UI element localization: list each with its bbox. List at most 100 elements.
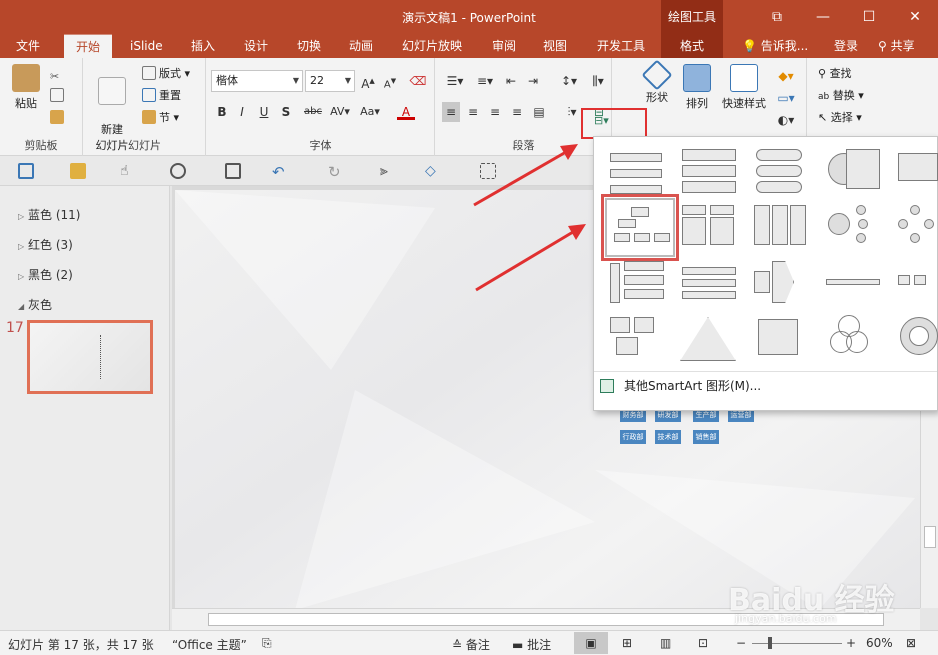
tab-view[interactable]: 视图: [535, 34, 575, 58]
shrink-font-button[interactable]: A▼: [381, 71, 399, 91]
zoom-level[interactable]: 60%: [866, 636, 893, 650]
tab-format[interactable]: 格式: [661, 34, 723, 58]
smartart-process-arrows[interactable]: [752, 257, 812, 309]
align-icon[interactable]: ⫸: [380, 163, 396, 179]
more-smartart-graphics[interactable]: 其他SmartArt 图形(M)...: [594, 371, 937, 399]
smartart-picture-caption[interactable]: [606, 313, 666, 365]
justify-button[interactable]: ≡: [508, 102, 526, 122]
touch-mode-icon[interactable]: ☝: [120, 163, 136, 179]
section-black[interactable]: ▷ 黑色 (2): [18, 266, 73, 283]
tab-insert[interactable]: 插入: [183, 34, 223, 58]
smartart-pyramid-list[interactable]: [678, 313, 738, 365]
slide-thumbnail[interactable]: [27, 320, 153, 394]
redo-icon[interactable]: ↻: [328, 163, 344, 181]
align-right-button[interactable]: ≡: [486, 102, 504, 122]
paste-button[interactable]: 粘贴: [8, 64, 44, 111]
smartart-venn[interactable]: [824, 313, 884, 365]
underline-button[interactable]: U: [255, 102, 273, 122]
save-icon[interactable]: [18, 163, 34, 179]
group-icon[interactable]: [480, 163, 496, 179]
smartart-table-list[interactable]: [896, 145, 938, 197]
bullets-button[interactable]: ☰▾: [442, 71, 468, 91]
copy-button[interactable]: [50, 86, 67, 106]
slide-sorter-button[interactable]: ⊞: [622, 636, 632, 650]
font-color-button[interactable]: A: [397, 102, 415, 120]
tab-developer[interactable]: 开发工具: [589, 34, 653, 58]
share-button[interactable]: ⚲ 共享: [870, 34, 923, 58]
smartart-chevron-list[interactable]: [606, 257, 666, 309]
open-folder-icon[interactable]: [70, 163, 86, 179]
layout-button[interactable]: 版式 ▾: [142, 64, 190, 84]
char-spacing-button[interactable]: AV▾: [327, 102, 353, 122]
section-button[interactable]: 节 ▾: [142, 108, 179, 128]
zoom-out-button[interactable]: −: [736, 636, 746, 650]
strikethrough-button[interactable]: abc: [301, 102, 325, 122]
notes-button[interactable]: ≙ 备注: [452, 636, 490, 653]
ribbon-display-button[interactable]: ⧉: [754, 0, 800, 34]
tab-file[interactable]: 文件: [8, 34, 48, 58]
shape-fill-button[interactable]: ◆▾: [773, 66, 799, 86]
font-size-combo[interactable]: 22 ▼: [305, 70, 355, 92]
normal-view-button[interactable]: ▣: [574, 632, 608, 654]
tab-review[interactable]: 审阅: [484, 34, 524, 58]
tab-transitions[interactable]: 切换: [289, 34, 329, 58]
italic-button[interactable]: I: [233, 102, 251, 122]
cut-button[interactable]: ✂: [50, 64, 67, 84]
smartart-rounded-list[interactable]: [752, 145, 812, 197]
shadow-button[interactable]: S: [277, 102, 295, 122]
zoom-in-button[interactable]: +: [846, 636, 856, 650]
smartart-radial-list[interactable]: [824, 201, 884, 253]
minimize-button[interactable]: —: [800, 0, 846, 34]
tab-animations[interactable]: 动画: [341, 34, 381, 58]
smartart-vertical-list[interactable]: [606, 145, 666, 197]
accessibility-icon[interactable]: ⎘: [262, 636, 272, 651]
smartart-basic-timeline[interactable]: [824, 257, 884, 309]
font-name-combo[interactable]: 楷体 ▼: [211, 70, 303, 92]
find-button[interactable]: ⚲ 查找: [818, 64, 852, 84]
bold-button[interactable]: B: [213, 102, 231, 122]
tab-home[interactable]: 开始: [64, 34, 113, 58]
tell-me-box[interactable]: 💡 告诉我...: [734, 34, 816, 58]
format-painter-button[interactable]: [50, 108, 67, 128]
smartart-cycle[interactable]: [896, 201, 938, 253]
replace-button[interactable]: ab 替换 ▾: [818, 86, 864, 106]
close-button[interactable]: ✕: [892, 0, 938, 34]
reading-view-button[interactable]: ▥: [660, 636, 671, 650]
reset-button[interactable]: 重置: [142, 86, 181, 106]
shape-outline-button[interactable]: ▭▾: [773, 88, 799, 108]
smartart-picture-list[interactable]: [752, 201, 812, 253]
smartart-circle-list[interactable]: [824, 145, 884, 197]
distribute-button[interactable]: ▤: [530, 102, 548, 122]
login-link[interactable]: 登录: [826, 34, 866, 58]
slideshow-button[interactable]: ⊡: [698, 636, 708, 650]
change-case-button[interactable]: Aa▾: [357, 102, 383, 122]
smartart-bullet-list[interactable]: [678, 145, 738, 197]
smartart-arrow-list[interactable]: [678, 257, 738, 309]
section-red[interactable]: ▷ 红色 (3): [18, 236, 73, 253]
zoom-slider[interactable]: [752, 643, 842, 644]
undo-icon[interactable]: ↶: [272, 163, 288, 181]
shape-icon[interactable]: ◇: [425, 163, 441, 179]
align-left-button[interactable]: ≡: [442, 102, 460, 122]
shape-effects-button[interactable]: ◐▾: [773, 110, 799, 130]
increase-indent-button[interactable]: ⇥: [524, 71, 542, 91]
zoom-slider-thumb[interactable]: [768, 637, 772, 649]
smartart-target[interactable]: [896, 313, 938, 365]
maximize-button[interactable]: ☐: [846, 0, 892, 34]
section-gray[interactable]: ◢ 灰色: [18, 296, 52, 313]
smartart-matrix[interactable]: [752, 313, 812, 365]
print-preview-icon[interactable]: [170, 163, 186, 179]
align-center-button[interactable]: ≡: [464, 102, 482, 122]
convert-to-smartart-button[interactable]: ⊟▾: [594, 114, 626, 132]
smartart-org-chart[interactable]: [601, 194, 679, 261]
text-direction-button[interactable]: ⫼▾: [586, 71, 610, 91]
tab-islide[interactable]: iSlide: [122, 34, 171, 58]
decrease-indent-button[interactable]: ⇤: [502, 71, 520, 91]
comments-button[interactable]: ▬ 批注: [512, 636, 551, 653]
section-blue[interactable]: ▷ 蓝色 (11): [18, 206, 80, 223]
fit-to-window-button[interactable]: ⊠: [906, 636, 916, 650]
clear-format-button[interactable]: ⌫: [409, 71, 427, 91]
grow-font-button[interactable]: A▲: [359, 71, 377, 91]
select-button[interactable]: ↖ 选择 ▾: [818, 108, 862, 128]
tab-slideshow[interactable]: 幻灯片放映: [394, 34, 470, 58]
